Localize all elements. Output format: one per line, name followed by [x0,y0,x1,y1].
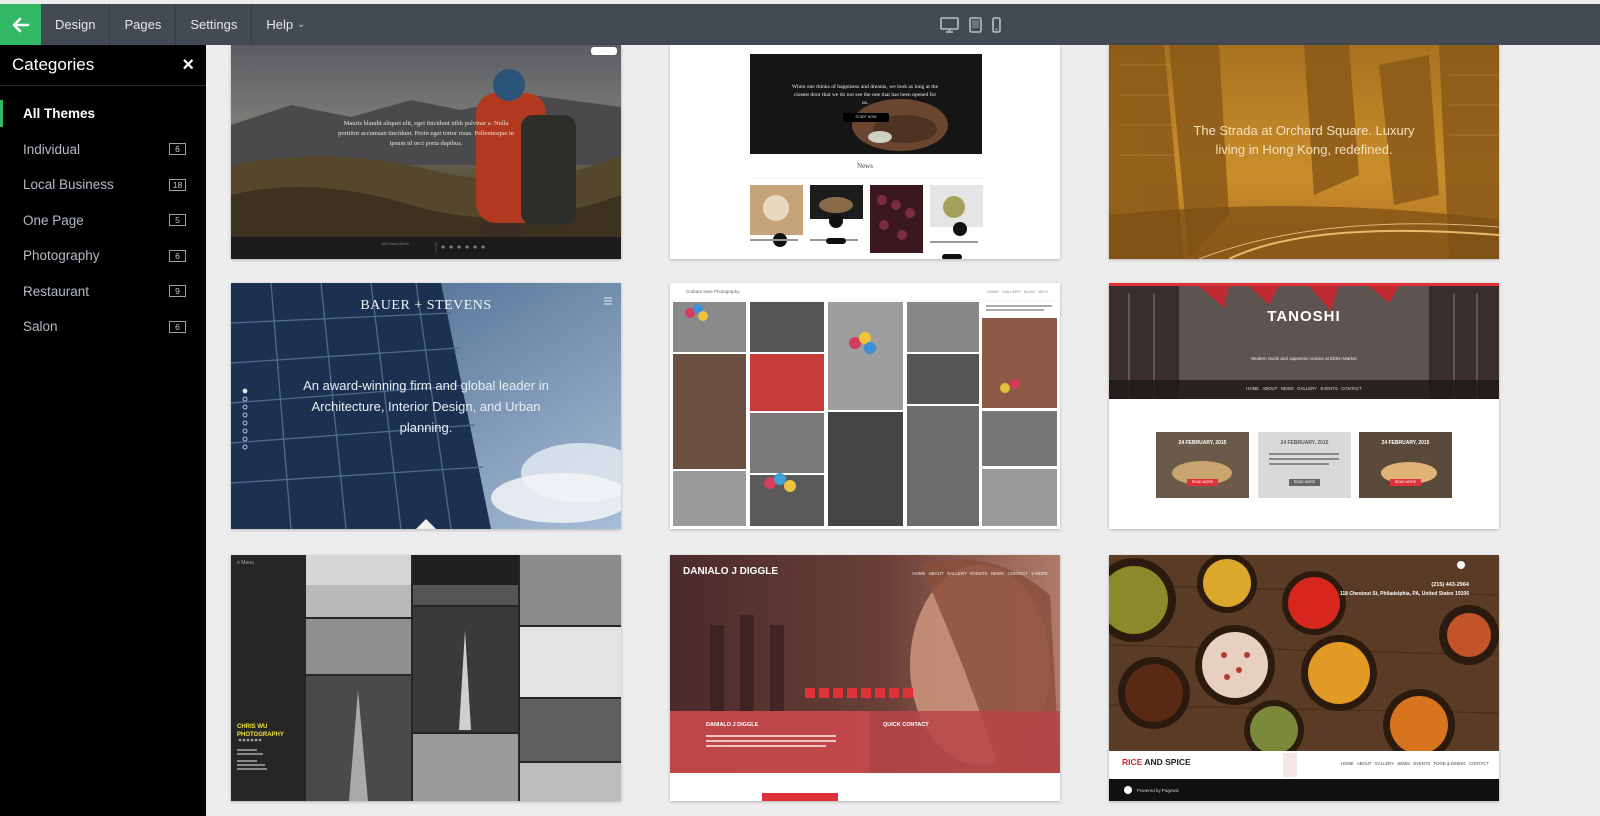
theme-date-2: 24 FEBRUARY, 2015 [1280,440,1329,446]
sidebar-header: Categories × [0,45,206,86]
count-badge: 9 [169,285,186,298]
theme-caption: Mauris blandit aliquet elit, eget tincid… [338,120,514,147]
theme-card-photo-collage[interactable]: Crabara lowe Photography HOME GALLERY BL… [670,283,1060,529]
category-photography[interactable]: Photography 6 [0,238,206,274]
theme-about-title: DANIALO J DIGGLE [706,722,759,728]
theme-title: Crabara lowe Photography [686,289,740,294]
count-badge: 6 [169,320,186,333]
theme-preview [670,45,1060,259]
nav-help[interactable]: Help ⌄ [252,4,319,45]
theme-nav: HOME ABOUT NEWS GALLERY EVENTS CONTACT [1246,386,1362,391]
theme-address: 118 Chestnut St, Philadelphia, PA, Unite… [1339,591,1469,597]
nav-settings[interactable]: Settings [176,4,253,45]
theme-nav: HOME GALLERY BLOG INFO [987,289,1048,294]
theme-date-1: 24 FEBRUARY, 2015 [1178,440,1227,446]
theme-title: DANIALO J DIGGLE [683,566,779,577]
theme-hero-text: When one thinks of happiness and dreams,… [791,84,939,106]
categories-sidebar: Categories × All Themes Individual 6 Loc… [0,45,206,816]
category-list: All Themes Individual 6 Local Business 1… [0,96,206,345]
mobile-icon[interactable] [992,16,1001,33]
tablet-icon[interactable] [969,16,982,33]
theme-btn-2: READ MORE [1293,480,1316,484]
category-all-themes[interactable]: All Themes [0,96,206,132]
theme-preview: 180 Grand Street [231,45,621,259]
theme-footer: Powered by Pagewiz [1137,788,1180,793]
theme-news-heading: News [857,162,873,170]
theme-phone: (215) 443-2964 [1431,582,1469,588]
category-local-business[interactable]: Local Business 18 [0,167,206,203]
category-restaurant[interactable]: Restaurant 9 [0,274,206,310]
nav-pages[interactable]: Pages [110,4,177,45]
theme-card-tanoshi[interactable]: TANOSHI Modern Sushi and Japanese cuisin… [1109,283,1499,529]
device-switcher [940,4,1001,45]
theme-btn-3: READ MORE [1394,480,1417,484]
close-icon[interactable]: × [182,55,194,75]
theme-title: CHRIS WU PHOTOGRAPHY [237,724,284,738]
category-one-page[interactable]: One Page 5 [0,203,206,239]
nav-design[interactable]: Design [41,4,111,45]
category-salon[interactable]: Salon 6 [0,309,206,345]
theme-card-restaurant-news[interactable]: When one thinks of happiness and dreams,… [670,45,1060,259]
count-badge: 18 [169,178,186,191]
theme-nav: HOME ABOUT GALLERY EVENTS NEWS CONTACT ≡… [912,571,1048,576]
theme-card-chris-wu[interactable]: ≡ Menu CHRIS WU PHOTOGRAPHY [231,555,621,801]
arrow-left-icon [12,17,29,32]
count-badge: 5 [169,214,186,227]
back-button[interactable] [0,4,41,45]
theme-card-hong-kong[interactable]: The Strada at Orchard Square. Luxury liv… [1109,45,1499,259]
theme-brand: RICE AND SPICE [1122,757,1191,767]
theme-contact-title: QUICK CONTACT [883,722,929,728]
theme-btn-1: READ MORE [1191,480,1214,484]
svg-text:180 Grand Street: 180 Grand Street [381,242,409,246]
chevron-down-icon: ⌄ [297,19,306,30]
theme-preview [670,555,1060,801]
theme-preview [670,283,1060,529]
theme-caption: The Strada at Orchard Square. Luxury liv… [1193,123,1415,157]
theme-card-photographer[interactable]: 180 Grand Street Mauris blandit aliquet … [231,45,621,259]
theme-subtitle: Modern Sushi and Japanese cuisine at Eld… [1251,356,1357,361]
theme-caption: An award-winning firm and global leader … [303,378,549,435]
theme-title: BAUER + STEVENS [360,298,492,313]
theme-card-danialo[interactable]: DANIALO J DIGGLE HOME ABOUT GALLERY EVEN… [670,555,1060,801]
theme-card-rice-and-spice[interactable]: (215) 443-2964 118 Chestnut St, Philadel… [1109,555,1499,801]
theme-date-3: 24 FEBRUARY, 2015 [1381,440,1430,446]
theme-card-bauer-stevens[interactable]: BAUER + STEVENS An award-winning firm an… [231,283,621,529]
theme-preview [231,555,621,801]
theme-nav: HOME ABOUT GALLERY NEWS EVENTS FOOD & DI… [1341,761,1489,766]
sidebar-title: Categories [12,55,95,74]
count-badge: 6 [169,143,186,156]
theme-title: TANOSHI [1267,308,1341,325]
category-individual[interactable]: Individual 6 [0,132,206,168]
theme-cta: START NOW [855,115,877,119]
top-toolbar: Design Pages Settings Help ⌄ [0,4,1600,45]
count-badge: 6 [169,249,186,262]
theme-menu: ≡ Menu [237,560,254,566]
desktop-icon[interactable] [940,16,959,33]
